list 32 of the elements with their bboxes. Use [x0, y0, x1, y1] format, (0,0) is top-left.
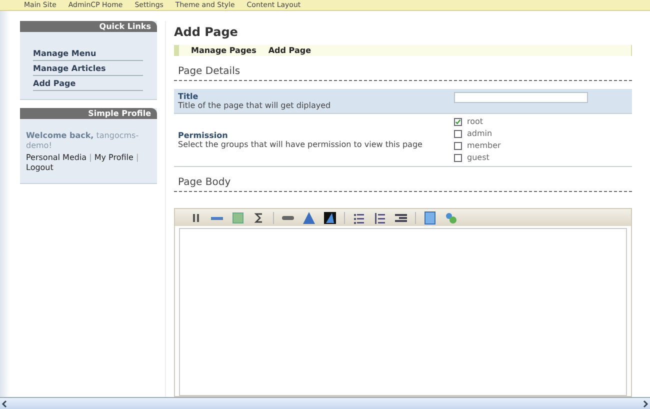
field-label: Permission — [178, 130, 229, 140]
link-separator: | — [89, 153, 92, 162]
panel-title: Quick Links — [20, 21, 157, 32]
field-label: Title — [178, 92, 200, 101]
checkbox[interactable] — [454, 154, 462, 162]
profile-link[interactable]: Personal Media — [26, 153, 87, 162]
section-heading: Page Details — [174, 66, 632, 81]
checkbox-label: root — [467, 117, 484, 126]
field-hint: Title of the page that will get diplayed — [178, 101, 331, 110]
checkbox-label: guest — [467, 153, 490, 162]
section-heading: Page Body — [174, 177, 632, 192]
profile-link[interactable]: My Profile — [94, 153, 134, 162]
breadcrumb-link[interactable]: Manage Pages — [191, 46, 256, 55]
panel-title: Simple Profile — [20, 108, 157, 119]
welcome-text: Welcome back, tangocms-demo! — [26, 131, 140, 151]
title-input-field[interactable] — [454, 92, 588, 103]
checkbox[interactable] — [454, 130, 462, 138]
checkbox-label: admin — [467, 129, 492, 138]
profile-link[interactable]: Logout — [26, 163, 54, 172]
document-icon[interactable] — [423, 210, 437, 224]
checkbox[interactable] — [454, 142, 462, 150]
horizontal-scrollbar[interactable] — [0, 397, 650, 409]
page-title: Add Page — [174, 25, 239, 39]
sidebar-link[interactable]: Add Page — [33, 76, 143, 91]
checkbox-label: member — [467, 141, 501, 150]
link-separator: | — [136, 153, 139, 162]
sidebar-link[interactable]: Manage Menu — [33, 46, 143, 61]
sidebar-link[interactable]: Manage Articles — [33, 61, 143, 76]
numbered-list-icon[interactable] — [373, 210, 387, 224]
field-hint: Select the groups that will have permission to view this page — [178, 140, 422, 148]
breadcrumb-link[interactable]: Add Page — [268, 46, 311, 55]
checkbox[interactable] — [454, 118, 462, 126]
